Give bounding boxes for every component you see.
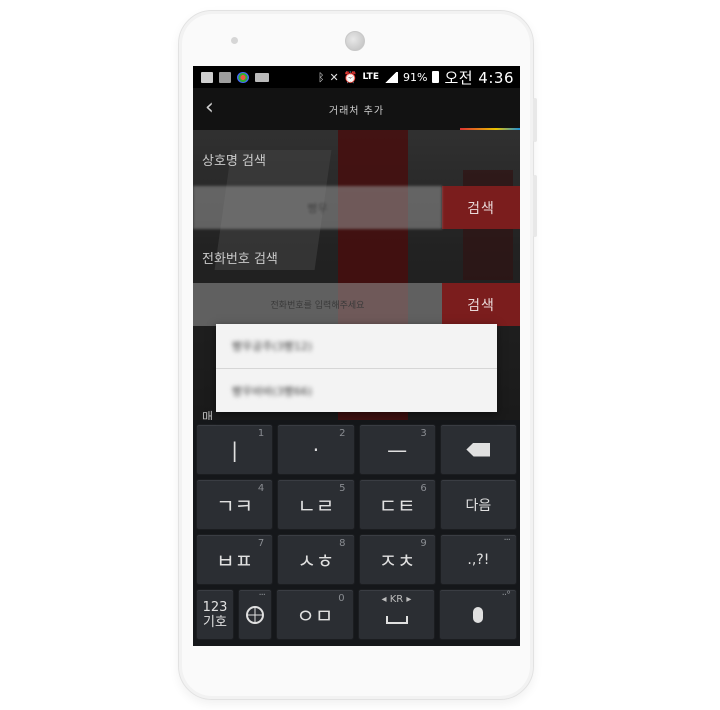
back-icon[interactable]: ‹: [205, 97, 214, 119]
key-sub-label: 8: [339, 538, 346, 549]
partial-section-label: 매: [202, 410, 214, 420]
name-search-input[interactable]: 빵우: [193, 186, 442, 229]
key-label: .,?!: [467, 551, 490, 568]
key-language[interactable]: ···: [238, 589, 272, 640]
key-sub-label: 3: [420, 428, 427, 439]
page-title: 거래처 추가: [328, 105, 385, 117]
name-search-button[interactable]: 검색: [442, 186, 520, 229]
key-siot-hieut[interactable]: ㅅㅎ 8: [277, 534, 355, 585]
autocomplete-dropdown: 빵우공주(3빵12) 빵우바바(3빵66): [216, 324, 497, 412]
key-label: —: [387, 437, 408, 462]
key-bieup-pieup[interactable]: ㅂㅍ 7: [196, 534, 274, 585]
key-label-top: 123: [202, 599, 228, 615]
app-notification-icon: [237, 71, 249, 83]
battery-icon: [432, 71, 440, 83]
korean-keyboard: | 1 · 2 — 3 ㄱㅋ 4 ㄴㄹ 5 ㄷㅌ 6 다음 ㅂㅍ 7 ㅅㅎ 8 …: [193, 420, 520, 646]
keyboard-row: 123 기호 ··· ㅇㅁ 0 ◂ KR ▸ ··°: [196, 589, 518, 640]
keyboard-row: ㄱㅋ 4 ㄴㄹ 5 ㄷㅌ 6 다음: [196, 479, 517, 530]
microphone-icon: [473, 606, 484, 623]
space-icon: [385, 615, 408, 624]
key-punctuation[interactable]: .,?! ···: [439, 534, 517, 585]
key-space[interactable]: ◂ KR ▸: [357, 589, 436, 640]
clock: 오전 4:36: [444, 68, 514, 87]
name-search-row: 빵우 검색: [193, 186, 520, 229]
keyboard-icon: [255, 72, 269, 82]
lte-indicator: LTE: [362, 71, 379, 82]
key-label: ㄴㄹ: [297, 494, 335, 518]
front-sensor: [231, 37, 238, 44]
key-next[interactable]: 다음: [439, 479, 517, 530]
key-symbols[interactable]: 123 기호: [196, 589, 234, 640]
app-bar: ‹ 거래처 추가: [193, 88, 520, 130]
phone-search-label: 전화번호 검색: [202, 252, 278, 267]
more-options-icon: ··°: [501, 590, 511, 601]
phone-search-row: 전화번호를 입력해주세요 검색: [193, 283, 520, 326]
language-indicator: ◂ KR ▸: [381, 594, 412, 605]
dropdown-item-text: 빵우바바(3빵66): [232, 384, 313, 398]
key-vowel-dot[interactable]: · 2: [277, 424, 355, 475]
key-nieun-rieul[interactable]: ㄴㄹ 5: [277, 479, 355, 530]
dropdown-item[interactable]: 빵우바바(3빵66): [216, 368, 497, 412]
key-sub-label: 9: [420, 538, 427, 549]
globe-icon: [246, 605, 264, 624]
screen: ᛒ ✕ ⏰ LTE 91% 오전 4:36 ‹ 거래처 추가 상호명 검색 빵우…: [193, 66, 520, 646]
key-voice[interactable]: ··°: [439, 589, 518, 640]
key-sub-label: 0: [338, 593, 345, 604]
key-sub-label: 2: [339, 428, 346, 439]
key-label: ㅈㅊ: [378, 549, 416, 573]
key-label: ㅇㅁ: [296, 604, 334, 628]
key-ieung-mieum[interactable]: ㅇㅁ 0: [276, 589, 354, 640]
battery-percent: 91%: [402, 70, 428, 84]
notification-icon: [201, 71, 213, 83]
key-label: ㅅㅎ: [297, 549, 335, 573]
key-label-bottom: 기호: [203, 614, 227, 630]
key-label: ㅂㅍ: [216, 549, 254, 573]
key-label: ㄱㅋ: [216, 494, 254, 518]
keyboard-row: ㅂㅍ 7 ㅅㅎ 8 ㅈㅊ 9 .,?! ···: [196, 534, 517, 585]
power-button: [533, 98, 537, 142]
key-vowel-i[interactable]: | 1: [196, 424, 274, 475]
key-jieut-chieut[interactable]: ㅈㅊ 9: [358, 534, 436, 585]
key-label: ·: [312, 437, 320, 462]
key-sub-label: 4: [257, 483, 265, 494]
key-giyeok-kieuk[interactable]: ㄱㅋ 4: [196, 479, 274, 530]
more-options-icon: ···: [258, 590, 265, 601]
signal-icon: [383, 71, 398, 83]
status-bar: ᛒ ✕ ⏰ LTE 91% 오전 4:36: [193, 66, 520, 88]
key-label: |: [231, 437, 238, 462]
key-digeut-tieut[interactable]: ㄷㅌ 6: [358, 479, 436, 530]
key-backspace[interactable]: [439, 424, 517, 475]
volume-button: [533, 175, 537, 237]
key-label: 다음: [465, 497, 492, 514]
key-sub-label: 7: [257, 538, 265, 549]
key-sub-label: 1: [257, 428, 265, 439]
front-camera: [345, 31, 365, 51]
more-options-icon: ···: [503, 535, 510, 546]
key-vowel-eu[interactable]: — 3: [358, 424, 436, 475]
name-search-label: 상호명 검색: [202, 154, 266, 169]
dropdown-item[interactable]: 빵우공주(3빵12): [216, 324, 497, 368]
dropdown-item-text: 빵우공주(3빵12): [232, 340, 313, 353]
phone-search-button[interactable]: 검색: [442, 283, 520, 326]
mute-icon: ✕: [329, 70, 339, 84]
language-label: KR: [389, 594, 404, 605]
bluetooth-icon: ᛒ: [317, 70, 325, 84]
gallery-icon: [219, 71, 231, 83]
phone-search-input[interactable]: 전화번호를 입력해주세요: [193, 283, 442, 326]
keyboard-row: | 1 · 2 — 3: [196, 424, 517, 475]
backspace-icon: [466, 442, 491, 457]
key-sub-label: 5: [339, 483, 346, 494]
key-sub-label: 6: [420, 483, 427, 494]
key-label: ㄷㅌ: [378, 494, 416, 518]
alarm-icon: ⏰: [343, 70, 358, 84]
